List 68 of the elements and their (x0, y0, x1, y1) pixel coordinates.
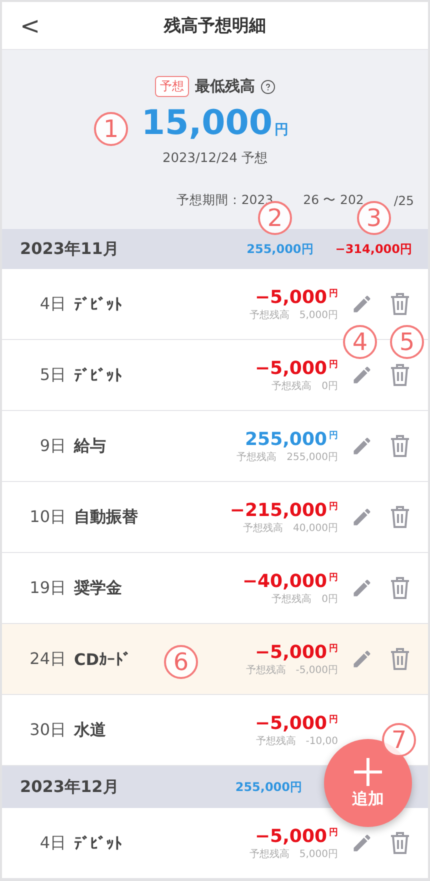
transaction-day: 9日 (20, 436, 66, 456)
transaction-amount: −5,000 (254, 642, 327, 662)
forecast-balance: 予想残高 0円 (272, 380, 338, 392)
transaction-day: 5日 (20, 364, 66, 386)
currency-unit: 円 (274, 121, 289, 140)
transaction-day: 4日 (20, 294, 66, 314)
transaction-amount: −5,000 (254, 286, 327, 308)
transaction-name: 水道 (74, 720, 106, 740)
forecast-period-text: /25 (394, 193, 414, 208)
trash-icon (389, 363, 411, 387)
transaction-amount: −40,000 (242, 570, 327, 592)
forecast-date: 2023/12/24 予想 (162, 150, 268, 168)
transaction-name: ﾃﾞﾋﾞｯﾄ (74, 834, 122, 852)
transaction-name: ﾃﾞﾋﾞｯﾄ (74, 294, 122, 314)
forecast-tag: 予想 (155, 76, 189, 98)
currency-unit: 円 (329, 826, 338, 838)
trash-icon (389, 292, 411, 316)
transaction-amount: −5,000 (254, 826, 327, 846)
plus-icon (353, 756, 383, 786)
month-expense: −314,000円 (335, 240, 412, 258)
currency-unit: 円 (329, 714, 338, 726)
currency-unit: 円 (329, 430, 338, 442)
transaction-name: 奨学金 (74, 578, 122, 598)
currency-unit: 円 (329, 642, 338, 654)
currency-unit: 円 (329, 572, 338, 584)
forecast-balance: 予想残高 -5,000円 (246, 664, 338, 676)
forecast-balance: 予想残高 5,000円 (249, 848, 338, 860)
currency-unit: 円 (329, 500, 338, 512)
transaction-day: 24日 (20, 648, 66, 670)
currency-unit: 円 (329, 358, 338, 370)
currency-unit: 円 (329, 288, 338, 300)
transaction-amount: −5,000 (254, 712, 327, 734)
forecast-balance: 予想残高 0円 (272, 592, 338, 606)
transaction-name: 給与 (74, 436, 106, 456)
transaction-amount: −5,000 (254, 358, 327, 378)
forecast-balance: 予想残高 255,000円 (236, 450, 338, 464)
month-income: 255,000円 (246, 240, 314, 258)
forecast-balance: 予想残高 40,000円 (243, 522, 338, 534)
trash-icon (389, 434, 411, 458)
minimum-balance-label: 最低残高 (195, 77, 255, 96)
month-title: 2023年11月 (20, 238, 120, 260)
transaction-amount: 255,000 (245, 428, 327, 450)
trash-icon (389, 505, 411, 529)
transaction-name: CDｶｰﾄﾞ (74, 650, 132, 668)
back-button[interactable]: < (14, 10, 46, 42)
help-icon[interactable] (261, 80, 275, 94)
screen-title: 残高予想明細 (164, 15, 266, 38)
transaction-amount: −215,000 (230, 500, 327, 520)
trash-icon (389, 647, 411, 671)
transaction-day: 10日 (20, 506, 66, 528)
transaction-day: 30日 (20, 720, 66, 740)
trash-icon (389, 576, 411, 600)
pencil-icon (351, 506, 373, 528)
month-income: 255,000円 (235, 778, 302, 796)
pencil-icon (351, 577, 373, 599)
transaction-day: 19日 (20, 578, 66, 598)
pencil-icon (351, 832, 373, 854)
forecast-balance: 予想残高 5,000円 (249, 308, 338, 322)
pencil-icon (351, 364, 373, 386)
pencil-icon (351, 293, 373, 315)
transaction-day: 4日 (20, 832, 66, 854)
month-title: 2023年12月 (20, 776, 120, 798)
transaction-name: 自動振替 (74, 506, 138, 528)
transaction-name: ﾃﾞﾋﾞｯﾄ (74, 366, 122, 384)
minimum-balance-amount: 15,000 (141, 103, 273, 144)
pencil-icon (351, 435, 373, 457)
pencil-icon (351, 648, 373, 670)
trash-icon (389, 831, 411, 855)
